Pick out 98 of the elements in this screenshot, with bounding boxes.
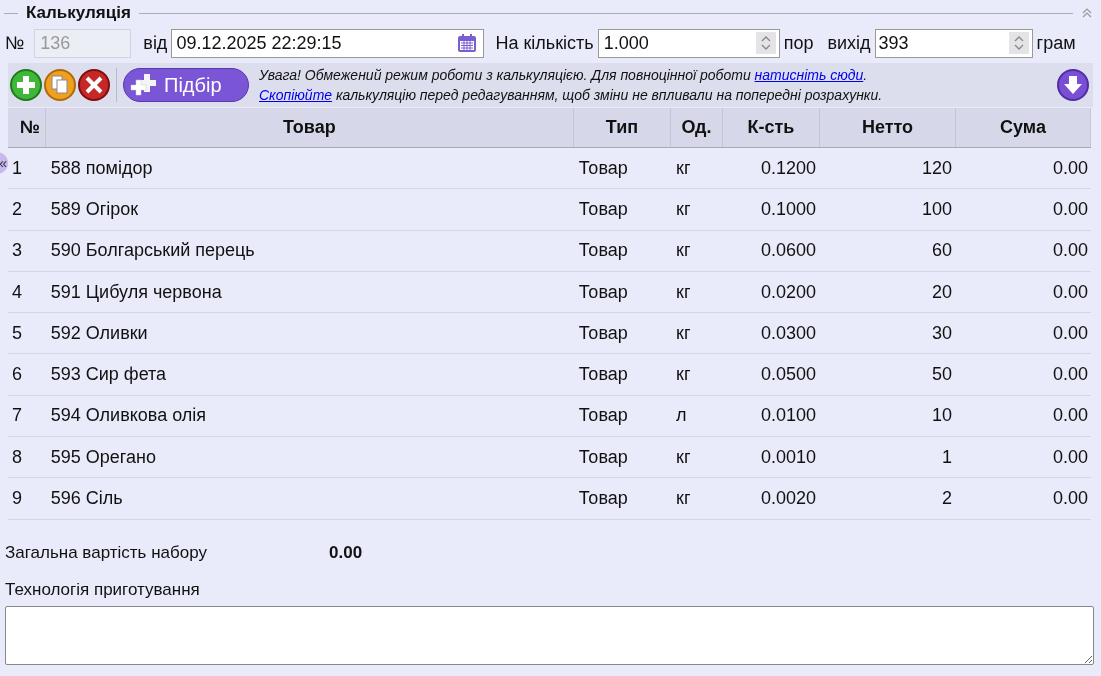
date-label: від [143, 31, 168, 55]
table-cell-text: 50 [931, 363, 953, 387]
table-cell-text: 4 [11, 280, 23, 304]
gram-unit: грам [1036, 31, 1076, 55]
column-header[interactable]: Сума [956, 108, 1091, 147]
table-cell-text: 30 [931, 321, 953, 345]
collapse-icon[interactable] [1081, 7, 1093, 19]
yield-label: вихід [827, 31, 871, 55]
section-title: Калькуляція [25, 2, 132, 25]
delete-icon[interactable] [78, 69, 110, 101]
table-cell-text: 20 [931, 280, 953, 304]
quantity-field[interactable]: 1.000 [597, 28, 780, 58]
table-cell-text: 100 [920, 197, 953, 221]
table-cell-text: 60 [931, 239, 953, 263]
column-header[interactable]: Тип [573, 108, 672, 147]
table-cell-text: 0.0500 [759, 363, 817, 387]
table-cell-text: 0.0300 [759, 321, 817, 345]
table-cell-text: 588 помідор [49, 156, 154, 180]
table-cell-text: 0.1000 [759, 197, 817, 221]
table-cell-text: 0.00 [1051, 197, 1089, 221]
pick-button[interactable]: Підбір [123, 68, 249, 102]
total-value: 0.00 [329, 541, 363, 564]
table-cell-text: 2 [941, 487, 953, 510]
table-cell-text: кг [675, 197, 692, 221]
table-cell-text: кг [675, 239, 692, 263]
table-cell-text: 0.00 [1051, 487, 1089, 510]
column-header[interactable]: К-сть [722, 108, 821, 147]
table-cell-text: 589 Огірок [49, 197, 140, 221]
table-cell-text: 9 [11, 487, 23, 510]
table-cell-text: 7 [11, 404, 23, 428]
quantity-label: На кількість [495, 31, 594, 55]
table-cell-text: 0.00 [1051, 363, 1089, 387]
table-cell-text: 0.0020 [759, 487, 817, 510]
technology-label: Технологія приготування [4, 579, 201, 602]
calendar-icon[interactable] [457, 33, 478, 53]
table-cell-text: Товар [577, 156, 629, 180]
table-cell-text: 6 [11, 363, 23, 387]
table-cell-text: 1 [11, 156, 23, 180]
table-cell-text: 0.00 [1051, 445, 1089, 469]
table-cell-text: 0.00 [1051, 239, 1089, 263]
spinner-icon[interactable] [755, 32, 776, 54]
date-field[interactable]: 09.12.2025 22:29:15 [171, 28, 485, 58]
table-cell-text: 0.00 [1051, 156, 1089, 180]
notice-link[interactable]: натисніть сюди [754, 65, 864, 85]
column-header[interactable]: Товар [45, 108, 574, 147]
table-cell-text: 8 [11, 445, 23, 469]
table-cell-text: 595 Орегано [49, 445, 157, 469]
notice-text: . [863, 66, 868, 85]
portion-unit: пор [783, 31, 814, 55]
table-cell-text: 0.1200 [759, 156, 817, 180]
table-cell-text: 10 [931, 404, 953, 428]
table-cell-text: Товар [577, 445, 629, 469]
table-cell-text: 0.00 [1051, 280, 1089, 304]
table-cell-text: 590 Болгарський перець [49, 239, 256, 263]
table-cell-text: 592 Оливки [49, 321, 149, 345]
table-cell-text: 0.00 [1051, 321, 1089, 345]
table-cell-text: кг [675, 156, 692, 180]
table-cell-text: 591 Цибуля червона [49, 280, 223, 304]
table-cell-text: л [675, 404, 688, 428]
number-label: № [5, 31, 25, 55]
table-cell-text: Товар [577, 487, 629, 510]
table-cell-text: 0.0010 [759, 445, 817, 469]
technology-field[interactable] [5, 605, 1094, 665]
table-cell-text: Товар [577, 404, 629, 428]
add-icon[interactable] [10, 69, 42, 101]
total-label: Загальна вартість набору [5, 541, 208, 564]
table-cell-text: 596 Сіль [49, 487, 124, 510]
table-cell-text: 594 Оливкова олія [49, 404, 208, 428]
table-cell-text: 120 [920, 156, 953, 180]
yield-field[interactable]: 393 [874, 28, 1033, 58]
table-cell-text: 0.00 [1051, 404, 1089, 428]
table-cell-text: кг [675, 321, 692, 345]
table-cell-text: кг [675, 363, 692, 387]
table-cell-text: Товар [577, 280, 629, 304]
table-cell-text: кг [675, 487, 692, 510]
table-cell-text: кг [675, 280, 692, 304]
column-header[interactable]: № [8, 108, 46, 147]
notice-text: калькуляцію перед редагуванням, щоб зміни не впливали на попередні розрахунки. [334, 86, 883, 105]
notice-text: Увага! Обмежений режим роботи з калькуляцією. Для повноцінної роботи [259, 66, 752, 85]
table-cell-text: 5 [11, 321, 23, 345]
table-cell-text: 593 Сир фета [49, 363, 168, 387]
table-cell-text: 0.0100 [759, 404, 817, 428]
table-cell-text: Товар [577, 197, 629, 221]
table-cell-text: 2 [11, 197, 23, 221]
table-cell-text: Товар [577, 363, 629, 387]
copy-icon[interactable] [44, 69, 76, 101]
table-cell-text: Товар [577, 239, 629, 263]
side-toggle-button[interactable]: « [0, 152, 8, 174]
table-cell-text: 3 [11, 239, 23, 263]
table-cell-text: 0.0200 [759, 280, 817, 304]
spinner-icon[interactable] [1008, 32, 1029, 54]
column-header[interactable]: Нетто [820, 108, 956, 147]
table-cell-text: Товар [577, 321, 629, 345]
notice-link[interactable]: Скопіюйте [259, 85, 333, 105]
table-cell-text: 0.0600 [759, 239, 817, 263]
table-cell-text: кг [675, 445, 692, 469]
column-header[interactable]: Од. [671, 108, 723, 147]
table-cell-text: 1 [941, 445, 953, 469]
